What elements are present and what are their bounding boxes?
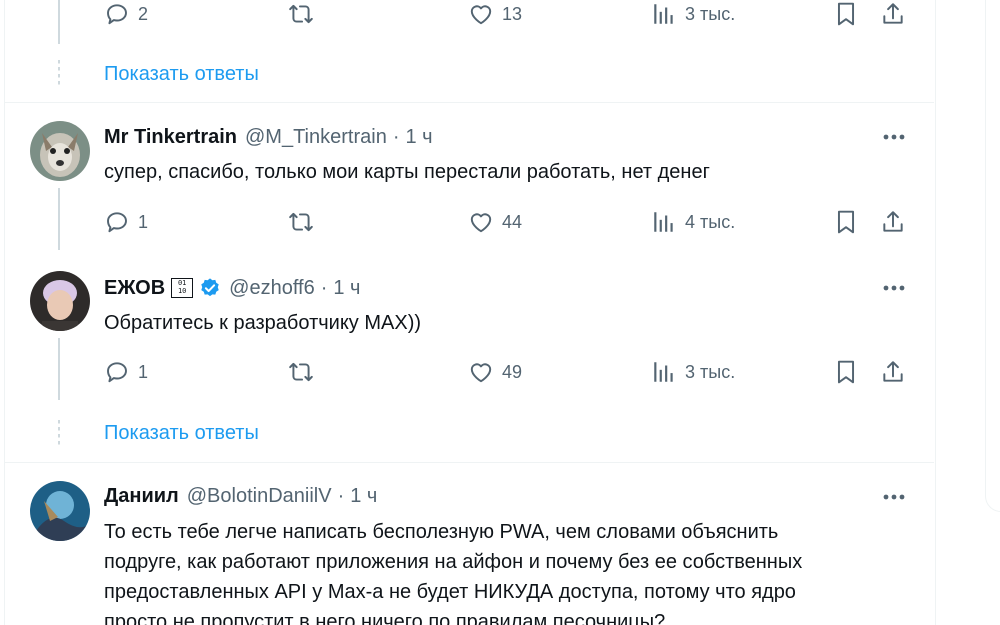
verified-icon xyxy=(201,278,219,297)
bookmark-button[interactable] xyxy=(833,0,859,28)
retweet-button[interactable] xyxy=(288,358,314,386)
user-name[interactable]: Mr Tinkertrain xyxy=(104,125,237,149)
separator-dot: · xyxy=(337,485,345,507)
views-count: 3 тыс. xyxy=(685,361,736,382)
tweet-actions: 1 49 3 тыс. xyxy=(104,358,914,386)
retweet-icon xyxy=(288,359,314,385)
like-button[interactable]: 13 xyxy=(468,0,522,28)
thread-line xyxy=(58,0,60,44)
tweet-time[interactable]: 1 ч xyxy=(333,276,360,300)
more-icon xyxy=(881,127,907,147)
tweet-text-line: подруге, как работают приложения на айфо… xyxy=(104,551,803,573)
user-name[interactable]: ЕЖОВ xyxy=(104,276,165,300)
reply-button[interactable]: 2 xyxy=(104,0,148,28)
more-icon xyxy=(881,487,907,507)
views-icon xyxy=(651,359,677,385)
views-count: 4 тыс. xyxy=(685,211,736,232)
share-button[interactable] xyxy=(880,208,906,236)
thread-line xyxy=(58,188,60,250)
tweet-text-line: То есть тебе легче написать бесполезную … xyxy=(104,521,779,543)
more-icon xyxy=(881,278,907,298)
thread-dots xyxy=(58,420,60,448)
tweet-header: Даниил @BolotinDaniilV · 1 ч xyxy=(104,484,377,508)
like-count: 13 xyxy=(502,3,523,24)
reply-icon xyxy=(104,209,130,235)
tweet-time[interactable]: 1 ч xyxy=(406,125,433,149)
share-icon xyxy=(880,209,906,235)
bookmark-icon xyxy=(833,209,859,235)
user-name[interactable]: Даниил xyxy=(104,484,179,508)
sos-emoji: 01 10 xyxy=(171,278,194,298)
right-sidebar-panel xyxy=(985,0,1000,512)
tweet-text: супер, спасибо, только мои карты переста… xyxy=(104,161,710,183)
reply-icon xyxy=(104,359,130,385)
views-button[interactable]: 4 тыс. xyxy=(651,208,735,236)
reply-count: 2 xyxy=(138,3,149,24)
divider xyxy=(4,462,934,463)
retweet-button[interactable] xyxy=(288,208,314,236)
user-handle[interactable]: @ezhoff6 xyxy=(229,276,315,300)
more-options-button[interactable] xyxy=(881,127,907,147)
views-count: 3 тыс. xyxy=(685,3,736,24)
views-icon xyxy=(651,209,677,235)
tweet-text-line: предоставленных API у Max-а не будет НИК… xyxy=(104,581,796,603)
avatar[interactable] xyxy=(30,271,90,331)
share-button[interactable] xyxy=(880,0,906,28)
avatar[interactable] xyxy=(30,481,90,541)
reply-count: 1 xyxy=(138,211,149,232)
show-replies-link[interactable]: Показать ответы xyxy=(104,421,259,445)
more-options-button[interactable] xyxy=(881,487,907,507)
like-icon xyxy=(468,359,494,385)
views-icon xyxy=(651,1,677,27)
tweet-text: Обратитесь к разработчику MAX)) xyxy=(104,312,422,334)
bookmark-icon xyxy=(833,1,859,27)
tweet-text: То есть тебе легче написать бесполезную … xyxy=(104,517,914,625)
tweet-actions-top: 2 13 3 тыс. xyxy=(104,0,914,28)
like-count: 49 xyxy=(502,361,523,382)
retweet-icon xyxy=(288,209,314,235)
retweet-button[interactable] xyxy=(288,0,314,28)
reply-button[interactable]: 1 xyxy=(104,208,148,236)
views-button[interactable]: 3 тыс. xyxy=(651,0,735,28)
like-icon xyxy=(468,209,494,235)
like-icon xyxy=(468,1,494,27)
bookmark-button[interactable] xyxy=(833,358,859,386)
divider xyxy=(4,102,934,103)
share-button[interactable] xyxy=(880,358,906,386)
share-icon xyxy=(880,1,906,27)
reply-icon xyxy=(104,1,130,27)
avatar[interactable] xyxy=(30,121,90,181)
separator-dot: · xyxy=(392,126,400,148)
views-button[interactable]: 3 тыс. xyxy=(651,358,735,386)
tweet-text-line: просто не пропустит в него ничего по пра… xyxy=(104,611,666,625)
thread-line xyxy=(58,338,60,400)
tweet-header: Mr Tinkertrain @M_Tinkertrain · 1 ч xyxy=(104,125,433,149)
tweet-actions: 1 44 4 тыс. xyxy=(104,208,914,236)
show-replies-link[interactable]: Показать ответы xyxy=(104,62,259,86)
thread-dots xyxy=(58,60,60,88)
reply-button[interactable]: 1 xyxy=(104,358,148,386)
user-handle[interactable]: @M_Tinkertrain xyxy=(245,125,387,149)
separator-dot: · xyxy=(320,277,328,299)
bookmark-icon xyxy=(833,359,859,385)
like-count: 44 xyxy=(502,211,523,232)
like-button[interactable]: 44 xyxy=(468,208,522,236)
tweet-header: ЕЖОВ 01 10 @ezhoff6 · 1 ч xyxy=(104,276,360,300)
like-button[interactable]: 49 xyxy=(468,358,522,386)
bookmark-button[interactable] xyxy=(833,208,859,236)
tweet-time[interactable]: 1 ч xyxy=(350,484,377,508)
more-options-button[interactable] xyxy=(881,278,907,298)
reply-count: 1 xyxy=(138,361,149,382)
share-icon xyxy=(880,359,906,385)
retweet-icon xyxy=(288,1,314,27)
user-handle[interactable]: @BolotinDaniilV xyxy=(187,484,332,508)
